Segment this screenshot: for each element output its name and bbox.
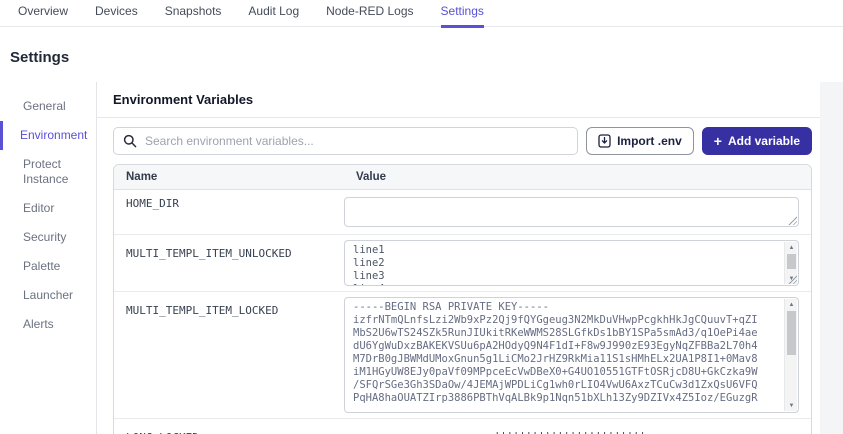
long-value-text: aaaaaaaaaaaaaaaaaaaaaaaabbbbbbbbbbbbbbbb…	[344, 424, 799, 434]
tab-overview[interactable]: Overview	[18, 4, 68, 28]
env-var-value-cell: -----BEGIN RSA PRIVATE KEY----- izfrNTmQ…	[344, 292, 811, 418]
search-box[interactable]	[113, 127, 579, 155]
scroll-down-icon[interactable]: ▼	[785, 400, 798, 411]
instance-tab-bar: Overview Devices Snapshots Audit Log Nod…	[0, 0, 843, 28]
column-header-name: Name	[126, 171, 158, 183]
env-var-name: HOME_DIR	[126, 197, 179, 210]
tab-snapshots[interactable]: Snapshots	[165, 4, 222, 28]
sidebar-item-editor[interactable]: Editor	[0, 194, 96, 223]
table-row: LONG_LOCKED aaaaaaaaaaaaaaaaaaaaaaaabbbb…	[114, 419, 811, 434]
settings-sidebar: General Environment Protect Instance Edi…	[0, 82, 97, 434]
environment-panel: Environment Variables Import .env + Add …	[97, 82, 820, 434]
import-file-icon	[598, 134, 611, 148]
tab-audit-log[interactable]: Audit Log	[248, 4, 299, 28]
search-input[interactable]	[145, 134, 569, 148]
textarea-text: line1 line2 line3 line4	[353, 244, 385, 285]
table-row: MULTI_TEMPL_ITEM_LOCKED -----BEGIN RSA P…	[114, 292, 811, 419]
section-title: Environment Variables	[97, 82, 820, 118]
sidebar-item-protect-instance[interactable]: Protect Instance	[0, 150, 96, 194]
sidebar-item-environment[interactable]: Environment	[0, 121, 96, 150]
scrollbar-thumb[interactable]	[787, 254, 796, 269]
scroll-up-icon[interactable]: ▲	[785, 299, 798, 310]
vertical-scrollbar[interactable]: ▲ ▼	[784, 299, 797, 411]
page-title: Settings	[10, 49, 70, 66]
sidebar-item-security[interactable]: Security	[0, 223, 96, 252]
value-textarea[interactable]: line1 line2 line3 line4 ▲ ▼	[344, 240, 799, 286]
table-row: MULTI_TEMPL_ITEM_UNLOCKED line1 line2 li…	[114, 235, 811, 292]
plus-icon: +	[713, 133, 722, 149]
textarea-text	[345, 198, 798, 226]
page-background-gutter	[820, 82, 843, 434]
env-var-name: MULTI_TEMPL_ITEM_LOCKED	[126, 304, 279, 317]
scrollbar-thumb[interactable]	[787, 311, 796, 355]
env-variables-table: Name Value HOME_DIR MULTI_TEMPL_ITEM_UNL…	[113, 164, 812, 434]
value-textarea[interactable]	[344, 197, 799, 227]
env-var-name: MULTI_TEMPL_ITEM_UNLOCKED	[126, 247, 292, 260]
tab-node-red-logs[interactable]: Node-RED Logs	[326, 4, 413, 28]
table-header: Name Value	[114, 165, 811, 190]
env-toolbar: Import .env + Add variable	[113, 127, 812, 155]
import-env-label: Import .env	[617, 134, 682, 148]
env-var-value-cell: aaaaaaaaaaaaaaaaaaaaaaaabbbbbbbbbbbbbbbb…	[344, 419, 811, 434]
scroll-up-icon[interactable]: ▲	[785, 242, 798, 253]
table-row: HOME_DIR	[114, 190, 811, 235]
env-var-value-cell: line1 line2 line3 line4 ▲ ▼	[344, 235, 811, 291]
env-var-value-cell	[344, 190, 811, 234]
column-header-value: Value	[356, 171, 387, 183]
value-textarea[interactable]: -----BEGIN RSA PRIVATE KEY----- izfrNTmQ…	[344, 297, 799, 413]
import-env-button[interactable]: Import .env	[586, 127, 694, 155]
sidebar-item-launcher[interactable]: Launcher	[0, 281, 96, 310]
sidebar-item-alerts[interactable]: Alerts	[0, 310, 96, 339]
env-var-name: LONG_LOCKED	[114, 419, 344, 434]
sidebar-item-palette[interactable]: Palette	[0, 252, 96, 281]
add-variable-label: Add variable	[727, 134, 800, 148]
search-icon	[123, 134, 137, 148]
tab-devices[interactable]: Devices	[95, 4, 138, 28]
add-variable-button[interactable]: + Add variable	[701, 127, 812, 155]
sidebar-item-general[interactable]: General	[0, 92, 96, 121]
tab-settings[interactable]: Settings	[440, 4, 484, 28]
textarea-text: -----BEGIN RSA PRIVATE KEY----- izfrNTmQ…	[353, 301, 758, 404]
